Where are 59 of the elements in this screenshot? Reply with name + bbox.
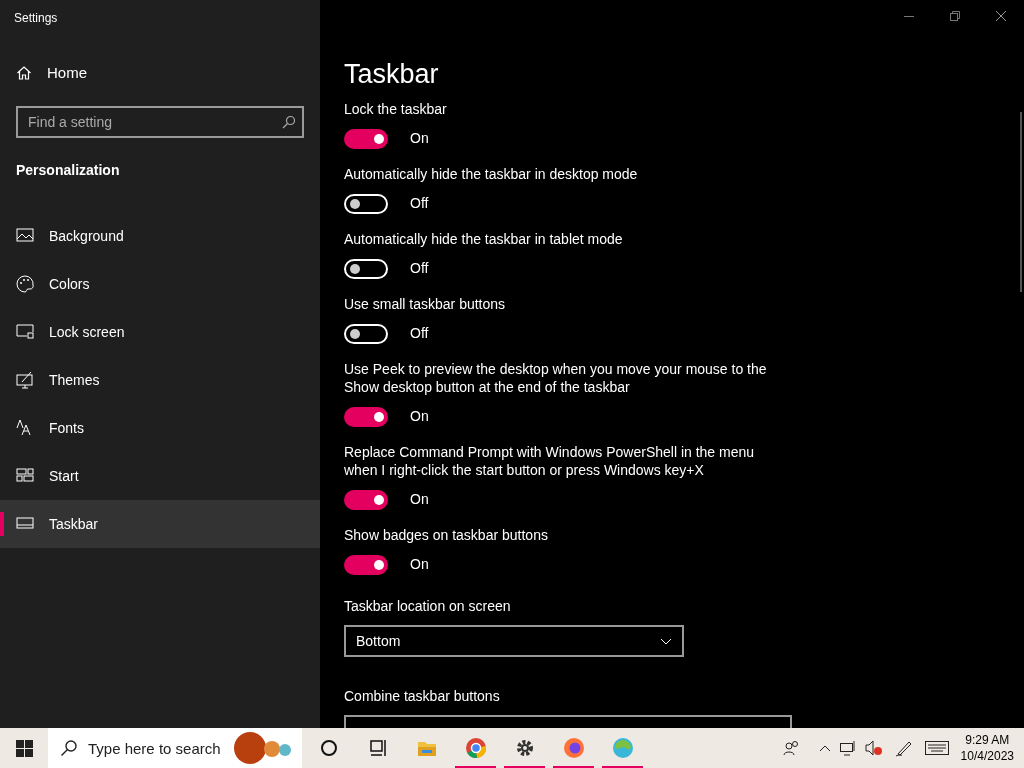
windows-icon (15, 739, 33, 757)
toggle-state: Off (410, 324, 429, 343)
lock-icon (16, 323, 34, 341)
toggle-state: Off (410, 194, 429, 213)
home-link[interactable]: Home (0, 50, 320, 96)
minimize-icon (904, 15, 914, 17)
setting-label: Use small taskbar buttons (344, 295, 507, 313)
toggle-switch[interactable] (344, 258, 388, 279)
sidebar-item[interactable]: Themes (0, 356, 320, 404)
setting-label: Use Peek to preview the desktop when you move your mouse to the Show desktop button at the end of the taskbar (344, 360, 768, 396)
toggle-state: On (410, 555, 429, 574)
page-title: Taskbar (344, 58, 440, 91)
close-icon (996, 11, 1006, 21)
speaker-muted-icon[interactable] (864, 740, 883, 756)
chevron-up-icon[interactable] (818, 744, 831, 752)
toggle-state: Off (410, 259, 429, 278)
sidebar-item[interactable]: Fonts (0, 404, 320, 452)
search-icon (60, 739, 78, 757)
picture-icon (16, 227, 34, 245)
chevron-down-icon (660, 637, 672, 645)
setting-label: Replace Command Prompt with Windows PowerShell in the menu when I right-click the start button or press Windows key+X (344, 443, 756, 479)
setting-label: Show badges on taskbar buttons (344, 526, 549, 544)
people-icon[interactable] (782, 740, 801, 756)
toggle-switch[interactable] (344, 323, 388, 344)
start-icon (16, 467, 34, 485)
restore-icon (950, 11, 960, 21)
palette-icon (16, 275, 34, 293)
setting-label: Automatically hide the taskbar in tablet mode (344, 230, 624, 248)
clock[interactable]: 9:29 AM 10/4/2023 (960, 732, 1014, 764)
toggle-switch[interactable] (344, 193, 388, 214)
network-icon[interactable] (838, 740, 857, 756)
toggle-state: On (410, 490, 429, 509)
keyboard-icon[interactable] (924, 741, 949, 755)
sidebar-item[interactable]: Taskbar (0, 500, 320, 548)
window-title: Settings (13, 10, 59, 27)
home-icon (16, 65, 32, 81)
setting-label: Combine taskbar buttons (344, 687, 501, 705)
setting-label: Taskbar location on screen (344, 597, 512, 615)
search-icon (282, 115, 296, 129)
toggle-state: On (410, 407, 429, 426)
sidebar-item[interactable]: Lock screen (0, 308, 320, 356)
section-heading: Personalization (15, 161, 121, 180)
toggle-switch[interactable] (344, 406, 388, 427)
scrollbar[interactable] (1020, 112, 1022, 292)
toggle-switch[interactable] (344, 554, 388, 575)
sidebar-item[interactable]: Background (0, 212, 320, 260)
setting-label: Automatically hide the taskbar in desktop mode (344, 165, 639, 183)
dropdown[interactable]: Bottom (344, 625, 684, 657)
toggle-switch[interactable] (344, 128, 388, 149)
pen-icon[interactable] (894, 739, 913, 757)
search-field[interactable]: Find a setting (16, 106, 304, 138)
sidebar-item[interactable]: Colors (0, 260, 320, 308)
clock-date: 10/4/2023 (960, 748, 1014, 764)
sidebar-item[interactable]: Start (0, 452, 320, 500)
setting-label: Lock the taskbar (344, 100, 448, 118)
toggle-state: On (410, 129, 429, 148)
toggle-switch[interactable] (344, 489, 388, 510)
themes-icon (16, 371, 34, 389)
clock-time: 9:29 AM (965, 732, 1010, 748)
